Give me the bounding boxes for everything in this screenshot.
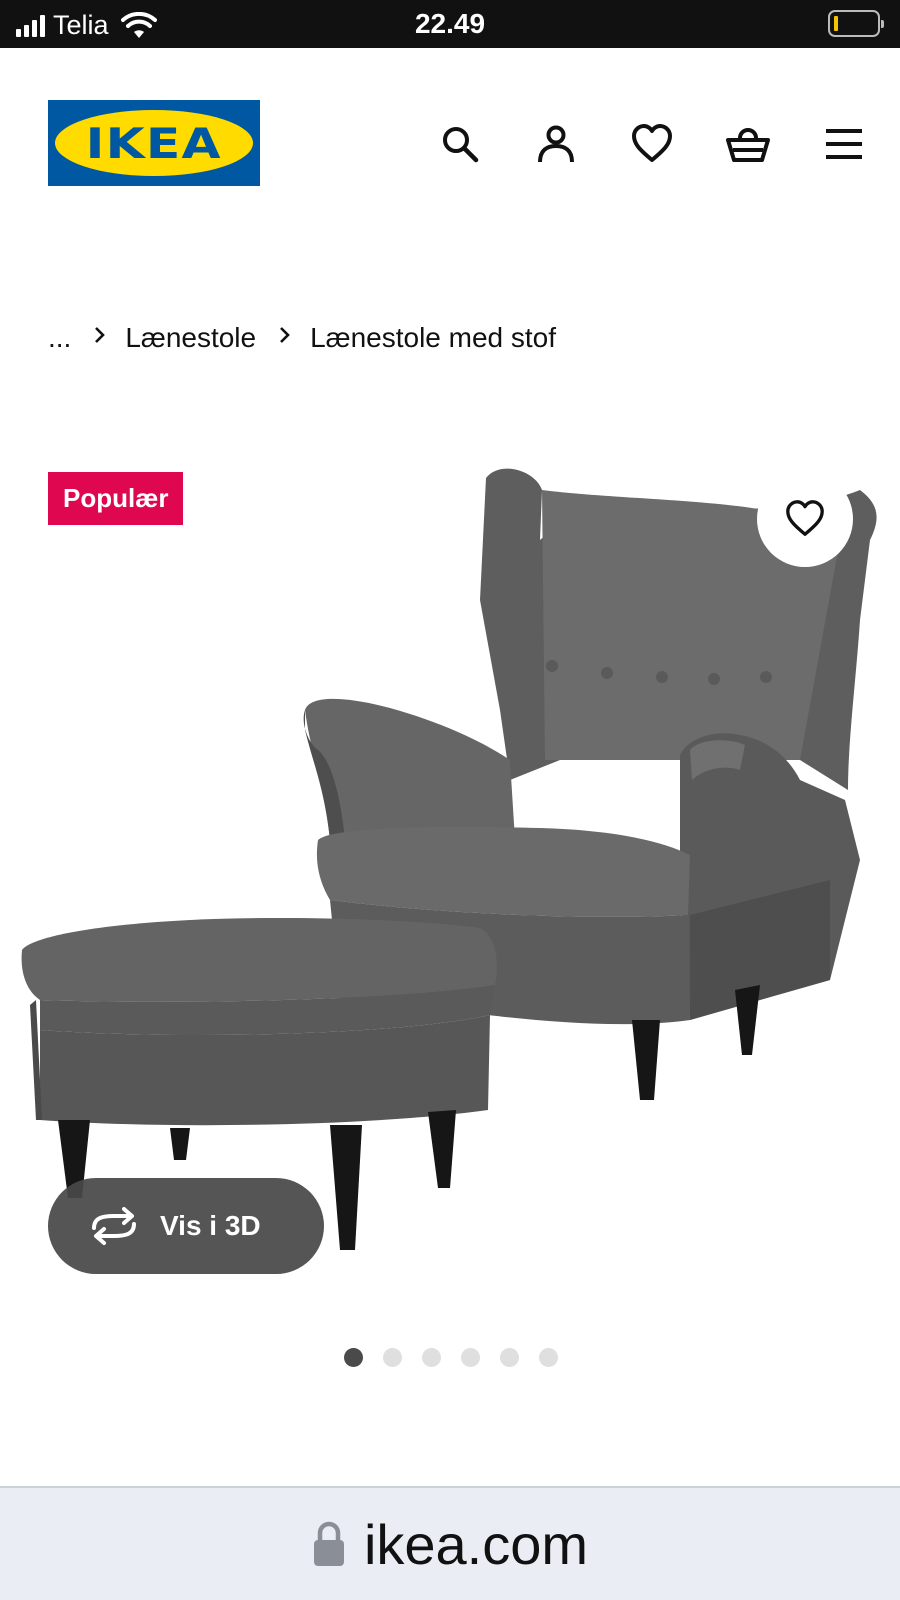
- logo-registered-mark: ®: [244, 122, 252, 133]
- logo-oval: IKEA: [55, 110, 253, 176]
- browser-url-bar[interactable]: ikea.com: [0, 1486, 900, 1600]
- gallery-dot[interactable]: [500, 1348, 519, 1367]
- breadcrumb: ... Lænestole Lænestole med stof: [48, 322, 556, 354]
- gallery-dot[interactable]: [344, 1348, 363, 1367]
- breadcrumb-ellipsis[interactable]: ...: [48, 322, 71, 354]
- rotate-3d-icon: [92, 1207, 136, 1245]
- lock-icon: [313, 1521, 344, 1566]
- battery-icon: [828, 10, 884, 37]
- status-bar: Telia 22.49: [0, 0, 900, 48]
- product-gallery: Populær Vis i 3D: [0, 460, 900, 1290]
- breadcrumb-item-laenestole-med-stof[interactable]: Lænestole med stof: [310, 322, 556, 354]
- popular-badge: Populær: [48, 472, 184, 525]
- view-in-3d-button[interactable]: Vis i 3D: [48, 1178, 324, 1274]
- logo-text: IKEA: [85, 118, 223, 168]
- view-in-3d-label: Vis i 3D: [160, 1210, 261, 1241]
- gallery-dot[interactable]: [539, 1348, 558, 1367]
- add-to-favourites-button[interactable]: [757, 471, 853, 567]
- heart-icon: [786, 500, 824, 536]
- search-icon: [443, 127, 479, 163]
- search-button[interactable]: [412, 120, 508, 168]
- account-icon: [538, 125, 574, 163]
- breadcrumb-item-laenestole[interactable]: Lænestole: [125, 322, 256, 354]
- heart-icon: [632, 124, 672, 162]
- clock: 22.49: [414, 8, 486, 39]
- favourites-button[interactable]: [604, 120, 700, 168]
- header-actions: [412, 120, 892, 168]
- basket-button[interactable]: [700, 120, 796, 168]
- chevron-right-icon: [280, 327, 290, 343]
- url-text: ikea.com: [363, 1512, 589, 1576]
- ikea-logo[interactable]: IKEA ®: [48, 100, 260, 186]
- menu-icon: [826, 129, 862, 159]
- chevron-right-icon: [95, 327, 106, 343]
- menu-button[interactable]: [796, 120, 892, 168]
- gallery-dot[interactable]: [422, 1348, 441, 1367]
- site-header: IKEA ®: [0, 48, 900, 238]
- product-image[interactable]: [0, 460, 900, 1290]
- basket-icon: [726, 128, 770, 162]
- gallery-dot[interactable]: [383, 1348, 402, 1367]
- gallery-pagination: [344, 1348, 558, 1367]
- gallery-dot[interactable]: [461, 1348, 480, 1367]
- account-button[interactable]: [508, 120, 604, 168]
